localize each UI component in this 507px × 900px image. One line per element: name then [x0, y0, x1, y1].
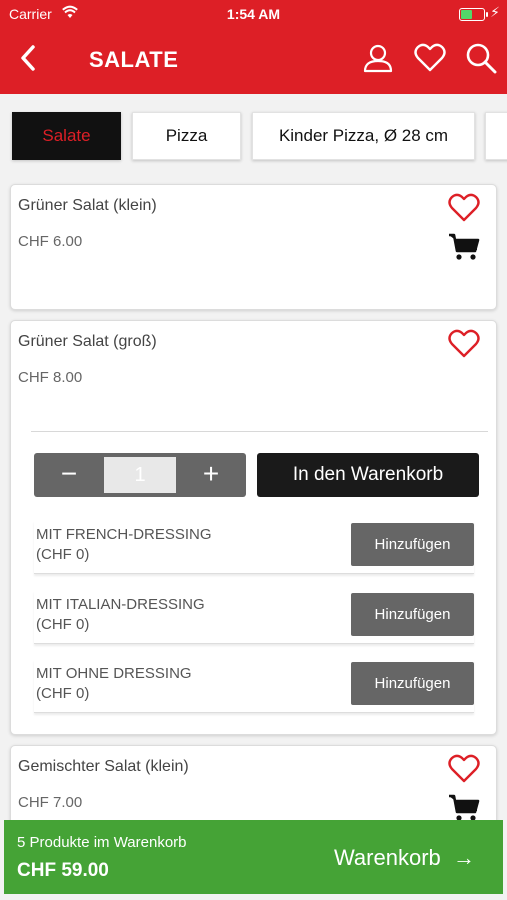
add-option-button[interactable]: Hinzufügen	[351, 662, 474, 705]
status-time: 1:54 AM	[226, 6, 281, 22]
search-icon[interactable]	[465, 42, 497, 74]
product-name: Grüner Salat (groß)	[18, 333, 157, 350]
product-name: Grüner Salat (klein)	[18, 197, 157, 214]
product-price: CHF 6.00	[18, 233, 83, 250]
favorite-heart-icon[interactable]	[448, 329, 480, 359]
option-price: (CHF 0)	[36, 616, 90, 633]
page-title: SALATE	[89, 47, 179, 72]
product-name: Gemischter Salat (klein)	[18, 758, 189, 775]
back-chevron-icon[interactable]	[16, 42, 40, 74]
option-label: MIT OHNE DRESSING (CHF 0)	[36, 664, 192, 704]
battery-icon	[459, 8, 488, 21]
product-price: CHF 8.00	[18, 369, 83, 386]
option-price: (CHF 0)	[36, 546, 90, 563]
add-option-button[interactable]: Hinzufügen	[351, 593, 474, 636]
category-chip-more[interactable]	[485, 112, 507, 160]
option-label: MIT ITALIAN-DRESSING (CHF 0)	[36, 595, 205, 635]
divider	[31, 431, 488, 432]
arrow-right-icon: →	[453, 845, 475, 870]
option-label: MIT FRENCH-DRESSING (CHF 0)	[36, 525, 212, 565]
category-chip-kinder-pizza[interactable]: Kinder Pizza, Ø 28 cm	[252, 112, 475, 160]
charging-icon: ⚡	[490, 4, 500, 20]
add-to-cart-button[interactable]: In den Warenkorb	[257, 453, 479, 497]
option-row-italian-dressing: MIT ITALIAN-DRESSING (CHF 0) Hinzufügen	[34, 591, 474, 644]
basket-bar[interactable]: 5 Produkte im Warenkorb CHF 59.00 Warenk…	[4, 820, 503, 894]
app-header: Carrier 1:54 AM ⚡ SALATE	[0, 0, 507, 94]
decrease-quantity-button[interactable]: −	[34, 453, 104, 497]
basket-button-label: Warenkorb	[333, 845, 441, 870]
increase-quantity-button[interactable]: +	[176, 453, 246, 497]
category-chip-salate[interactable]: Salate	[12, 112, 121, 160]
quantity-stepper: − 1 +	[34, 453, 246, 497]
option-row-french-dressing: MIT FRENCH-DRESSING (CHF 0) Hinzufügen	[34, 521, 474, 574]
basket-button[interactable]: Warenkorb →	[334, 845, 475, 871]
product-card-expanded: Grüner Salat (groß) CHF 8.00 − 1 + In de…	[10, 320, 497, 735]
option-name: MIT OHNE DRESSING	[36, 665, 192, 682]
status-bar: Carrier 1:54 AM ⚡	[0, 0, 507, 28]
product-price: CHF 7.00	[18, 794, 83, 811]
add-option-button[interactable]: Hinzufügen	[351, 523, 474, 566]
quantity-input[interactable]: 1	[104, 457, 176, 493]
heart-icon[interactable]	[414, 42, 446, 74]
option-name: MIT FRENCH-DRESSING	[36, 526, 212, 543]
add-to-cart-icon[interactable]	[448, 231, 480, 263]
basket-count: 5 Produkte im Warenkorb	[17, 834, 187, 851]
user-icon[interactable]	[362, 42, 394, 74]
category-chip-pizza[interactable]: Pizza	[132, 112, 241, 160]
basket-total: CHF 59.00	[17, 860, 109, 881]
favorite-heart-icon[interactable]	[448, 193, 480, 223]
product-card: Grüner Salat (klein) CHF 6.00	[10, 184, 497, 310]
option-name: MIT ITALIAN-DRESSING	[36, 596, 205, 613]
option-row-no-dressing: MIT OHNE DRESSING (CHF 0) Hinzufügen	[34, 660, 474, 713]
favorite-heart-icon[interactable]	[448, 754, 480, 784]
option-price: (CHF 0)	[36, 685, 90, 702]
